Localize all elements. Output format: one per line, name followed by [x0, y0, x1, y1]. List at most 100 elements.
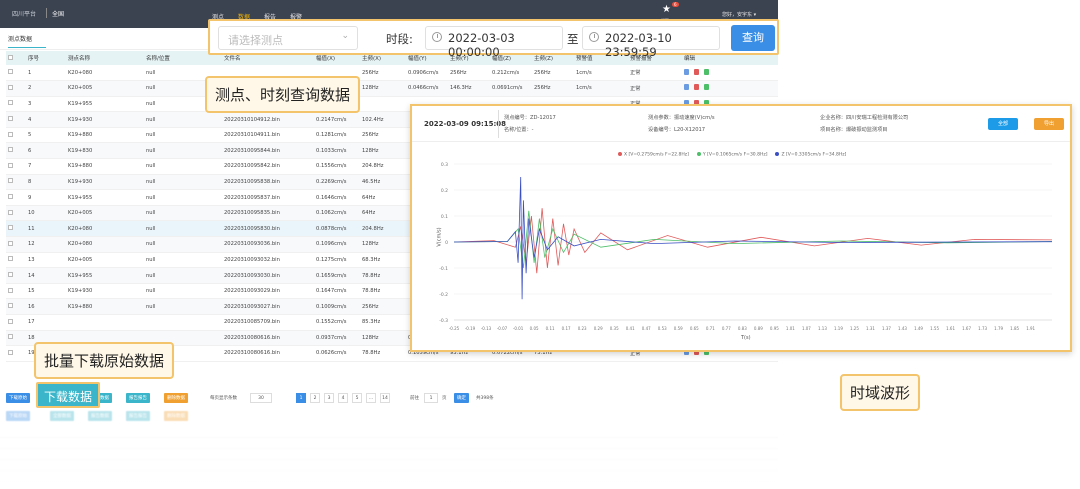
start-datetime-input[interactable]: 2022-03-03 00:00:00 — [425, 26, 563, 59]
table-cell: 20220310095838.bin — [222, 174, 314, 191]
row-checkbox[interactable] — [8, 272, 13, 278]
row-checkbox[interactable] — [8, 256, 13, 262]
per-page-select[interactable]: 30 — [250, 393, 272, 403]
row-checkbox[interactable] — [8, 147, 13, 153]
point-select[interactable]: 请选择测点 ⌄ — [218, 26, 358, 50]
table-row[interactable]: 2 K20+005 null 128Hz 0.0466cm/s 146.3Hz 0.0691… — [6, 80, 778, 97]
row-checkbox[interactable] — [8, 334, 13, 340]
row-checkbox[interactable] — [8, 209, 13, 215]
table-cell — [144, 314, 222, 331]
row-checkbox[interactable] — [8, 303, 13, 309]
x-tick-label: -0.01 — [513, 326, 524, 331]
x-tick-label: -0.19 — [465, 326, 476, 331]
download-data-button[interactable]: 下载数据 — [36, 382, 100, 408]
range-separator: 至 — [567, 32, 579, 46]
page-button[interactable]: 5 — [352, 393, 362, 403]
row-checkbox[interactable] — [8, 240, 13, 246]
table-cell: 0.1647cm/s — [314, 283, 360, 300]
table-cell: 0.1646cm/s — [314, 189, 360, 206]
row-checkbox-cell — [6, 142, 26, 160]
x-tick-label: 0.89 — [754, 326, 763, 331]
x-tick-label: -0.07 — [497, 326, 508, 331]
org-selector[interactable]: 全国 — [52, 9, 64, 18]
report-button[interactable]: 报告报告 — [126, 393, 150, 403]
y-tick-label: 0.1 — [441, 214, 448, 220]
delete-icon[interactable] — [694, 68, 699, 75]
row-checkbox-cell — [6, 236, 26, 253]
x-tick-label: 0.41 — [626, 326, 635, 331]
select-all-checkbox[interactable] — [8, 54, 13, 60]
page-button[interactable]: ... — [366, 393, 376, 403]
edit-icon[interactable] — [684, 84, 689, 91]
table-cell: null — [144, 283, 222, 300]
goto-input[interactable]: 1 — [424, 393, 438, 403]
clock-icon — [432, 32, 442, 42]
page-button[interactable]: 14 — [380, 393, 390, 403]
row-checkbox[interactable] — [8, 178, 13, 184]
row-checkbox[interactable] — [8, 84, 13, 90]
table-cell: 102.4Hz — [360, 111, 406, 128]
table-cell: K20+080 — [66, 236, 144, 253]
row-checkbox[interactable] — [8, 349, 13, 355]
table-cell: 17 — [26, 314, 66, 331]
x-tick-label: 0.77 — [722, 326, 731, 331]
x-tick-label: 1.73 — [978, 326, 987, 331]
copy-icon[interactable] — [704, 68, 709, 75]
row-checkbox[interactable] — [8, 287, 13, 293]
waveform-chart: 0.3 0.2 0.1 0 -0.1 -0.2 -0.3-0.25 -0.19 -0.13 -0.… — [439, 162, 1053, 331]
end-datetime-input[interactable]: 2022-03-10 23:59:59 — [582, 26, 720, 59]
row-checkbox[interactable] — [8, 100, 13, 106]
row-checkbox[interactable] — [8, 194, 13, 200]
goto-confirm-button[interactable]: 确定 — [454, 393, 469, 403]
download-raw-button[interactable]: 下载原始 — [6, 393, 30, 403]
row-checkbox[interactable] — [8, 69, 13, 75]
query-button[interactable]: 查询 — [731, 25, 775, 51]
query-bar: 请选择测点 ⌄ 时段: 2022-03-03 00:00:00 至 2022-0… — [208, 19, 779, 59]
page-button[interactable]: 2 — [310, 393, 320, 403]
user-menu[interactable]: 您好，安宇东 ▾ — [722, 11, 756, 18]
table-cell: 20220310093032.bin — [222, 252, 314, 269]
reflection-fade — [0, 430, 778, 489]
table-cell: 0.0906cm/s — [406, 65, 448, 82]
delete-icon[interactable] — [694, 84, 699, 91]
star-icon[interactable]: ★ — [662, 5, 671, 15]
series-line-z — [453, 176, 1053, 300]
row-checkbox[interactable] — [8, 225, 13, 231]
callout-batch-download: 批量下载原始数据 — [34, 342, 175, 379]
row-checkbox[interactable] — [8, 116, 13, 122]
tab-point-data[interactable]: 测点数据 — [8, 34, 32, 43]
table-cell: 20220310093030.bin — [222, 267, 314, 284]
table-cell: 3 — [26, 96, 66, 113]
row-checkbox[interactable] — [8, 318, 13, 324]
table-cell: 128Hz — [360, 236, 406, 253]
table-cell: K20+005 — [66, 205, 144, 222]
row-checkbox-cell — [6, 96, 26, 113]
page-button[interactable]: 4 — [338, 393, 348, 403]
row-checkbox[interactable] — [8, 162, 13, 168]
alarm-status-link[interactable]: 正常 — [628, 65, 682, 82]
page-button[interactable]: 3 — [324, 393, 334, 403]
table-cell: null — [144, 298, 222, 315]
edit-icon[interactable] — [684, 68, 689, 75]
table-cell: 7 — [26, 158, 66, 175]
row-checkbox[interactable] — [8, 131, 13, 137]
divider — [46, 8, 47, 18]
table-cell: 20220310104912.bin — [222, 111, 314, 128]
alarm-status-link[interactable]: 正常 — [628, 80, 682, 97]
row-checkbox-cell — [6, 330, 26, 347]
reflection-report-button: 报告报告 — [126, 411, 150, 421]
table-cell: 10 — [26, 205, 66, 222]
clock-icon — [589, 32, 599, 42]
delete-data-button[interactable]: 删除数据 — [164, 393, 188, 403]
table-cell: K20+005 — [66, 252, 144, 269]
copy-icon[interactable] — [704, 84, 709, 91]
table-cell: 0.1659cm/s — [314, 267, 360, 284]
table-cell: 11 — [26, 220, 66, 238]
x-tick-label: 0.35 — [610, 326, 619, 331]
table-cell: 0.0937cm/s — [314, 330, 360, 347]
page-button[interactable]: 1 — [296, 393, 306, 403]
x-tick-label: 1.31 — [866, 326, 875, 331]
table-row[interactable]: 1 K20+080 null 256Hz 0.0906cm/s 256Hz 0.212cm/… — [6, 65, 778, 82]
table-cell: 64Hz — [360, 189, 406, 206]
table-cell: 0.212cm/s — [490, 65, 532, 82]
